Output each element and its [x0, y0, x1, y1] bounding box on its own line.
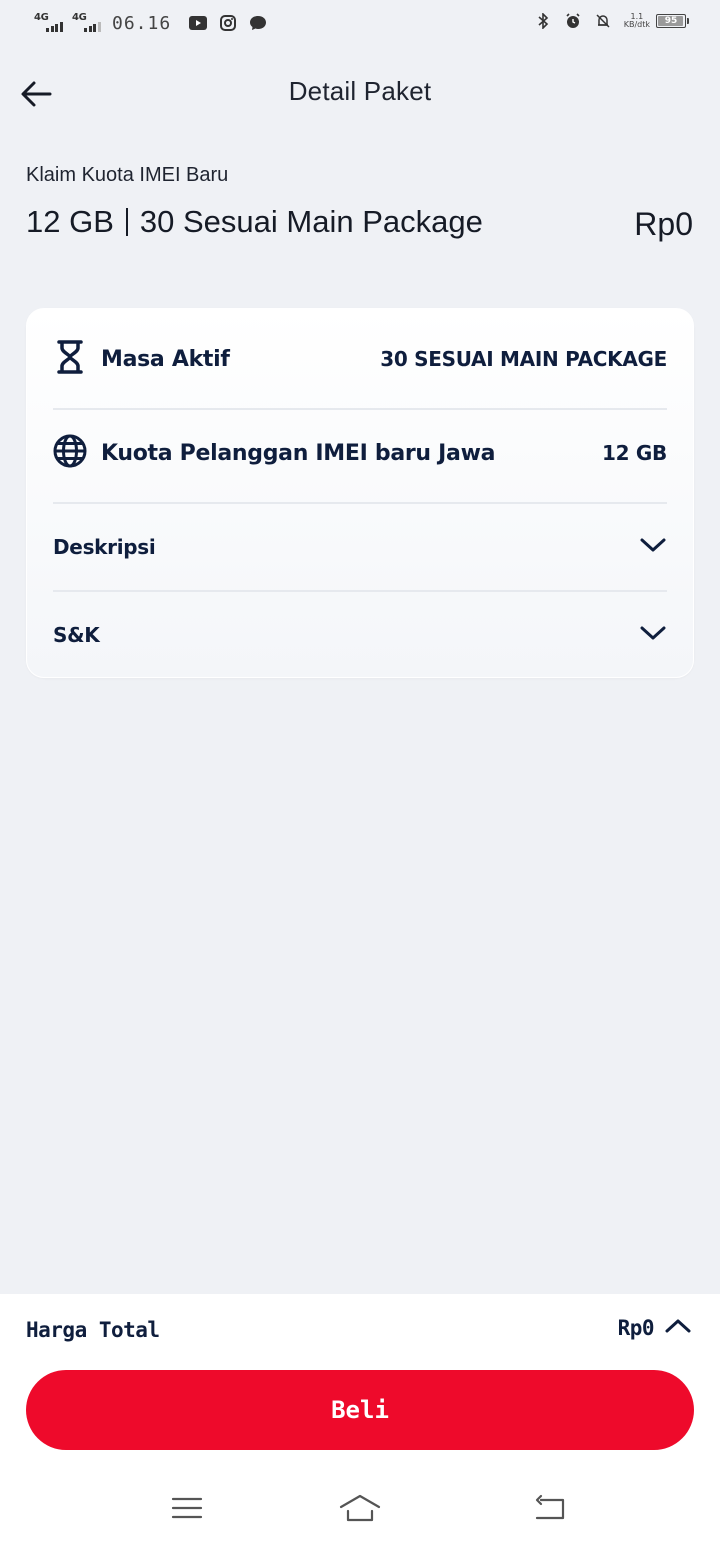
detail-value: 12 GB [602, 441, 667, 465]
package-details-card: Masa Aktif 30 SESUAI MAIN PACKAGE Kuota … [26, 308, 694, 678]
chevron-down-icon [639, 624, 667, 646]
home-nav-button[interactable] [330, 1484, 390, 1532]
battery-icon: 95 [656, 14, 689, 28]
package-price: Rp0 [634, 206, 693, 242]
package-validity: 30 Sesuai Main Package [139, 204, 483, 239]
total-label: Harga Total [26, 1318, 160, 1342]
chat-bubble-icon [249, 15, 267, 31]
hourglass-icon [53, 339, 87, 379]
chevron-down-icon [639, 536, 667, 558]
expandable-snk[interactable]: S&K [53, 617, 667, 653]
total-price: Rp0 [617, 1316, 655, 1340]
detail-label: Masa Aktif [101, 346, 230, 372]
back-nav-button[interactable] [520, 1484, 580, 1532]
youtube-icon [189, 15, 208, 31]
detail-row-kuota: Kuota Pelanggan IMEI baru Jawa 12 GB [53, 434, 667, 472]
detail-row-masa-aktif: Masa Aktif 30 SESUAI MAIN PACKAGE [53, 339, 667, 379]
menu-icon [171, 1497, 203, 1519]
globe-icon [53, 434, 87, 472]
alarm-icon [564, 13, 582, 29]
expandable-label: Deskripsi [53, 535, 156, 559]
clock: 06.16 [112, 12, 172, 34]
divider [53, 590, 667, 592]
status-bar: 4G 4G 06.16 1.1 KB/dtk 95 [0, 0, 720, 48]
system-nav-bar [0, 1484, 720, 1534]
page-title: Detail Paket [288, 76, 432, 106]
expandable-label: S&K [53, 623, 100, 647]
bluetooth-icon [534, 13, 552, 29]
detail-value: 30 SESUAI MAIN PACKAGE [380, 347, 667, 371]
divider [53, 502, 667, 504]
expandable-deskripsi[interactable]: Deskripsi [53, 529, 667, 565]
network-speed: 1.1 KB/dtk [624, 13, 650, 29]
buy-button[interactable]: Beli [26, 1370, 694, 1450]
mute-bell-icon [594, 13, 612, 29]
signal-1-icon: 4G [34, 12, 66, 34]
package-subtitle: Klaim Kuota IMEI Baru [26, 164, 229, 186]
total-toggle[interactable]: Rp0 [618, 1316, 692, 1340]
home-icon [339, 1494, 381, 1522]
detail-label: Kuota Pelanggan IMEI baru Jawa [101, 440, 496, 466]
battery-level: 95 [664, 16, 678, 26]
return-icon [535, 1494, 565, 1520]
checkout-panel: Harga Total Rp0 Beli [0, 1294, 720, 1544]
chevron-up-icon [664, 1317, 692, 1339]
divider [53, 408, 667, 410]
package-name: 12 GB 30 Sesuai Main Package [26, 204, 483, 240]
instagram-icon [219, 15, 237, 31]
separator [125, 208, 128, 236]
speed-unit: KB/dtk [623, 20, 650, 29]
package-quota: 12 GB [26, 204, 114, 239]
menu-nav-button[interactable] [157, 1484, 217, 1532]
signal-2-icon: 4G [72, 12, 104, 34]
